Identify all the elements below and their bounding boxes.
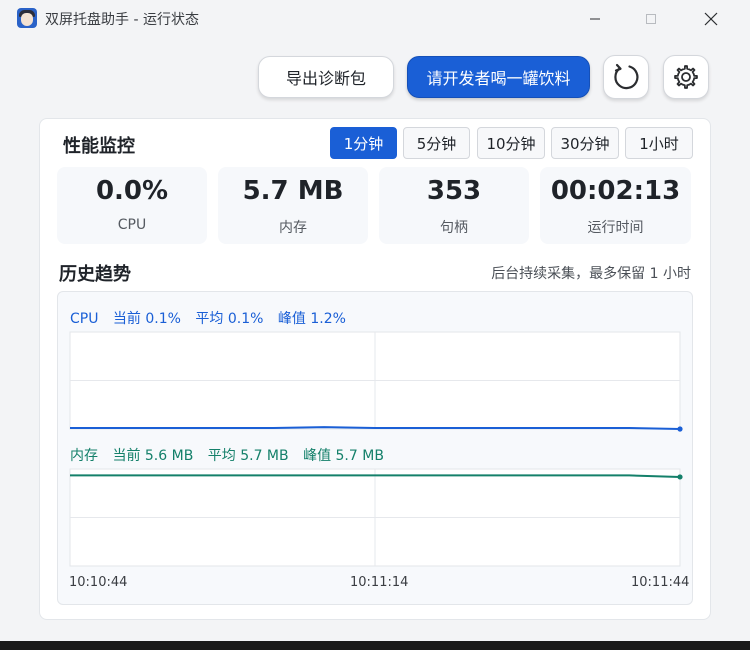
stat-label: 句柄 [440,220,468,236]
range-5min-button[interactable]: 5分钟 [403,127,470,159]
refresh-button[interactable] [603,55,649,99]
stat-value: 00:02:13 [550,176,681,206]
refresh-icon [614,63,639,90]
x-tick-label: 10:11:44 [631,575,690,590]
stat-card-handles: 353 句柄 [379,167,529,244]
stat-label: 运行时间 [587,220,644,236]
cpu-plot [69,331,683,432]
app-logo-icon [17,8,37,28]
cpu-series-line [70,426,681,430]
history-note: 后台持续采集，最多保留 1 小时 [491,266,691,282]
performance-panel: 性能监控 1分钟 5分钟 10分钟 30分钟 1小时 0.0% CPU 5.7 … [39,118,711,620]
range-10min-button[interactable]: 10分钟 [477,127,545,159]
stat-value: 0.0% [95,176,169,206]
stat-card-cpu: 0.0% CPU [57,167,207,244]
window-title: 双屏托盘助手 - 运行状态 [45,12,199,28]
history-title: 历史趋势 [59,264,131,285]
donate-button[interactable]: 请开发者喝一罐饮料 [407,56,590,98]
cpu-latest-point [677,426,683,432]
memory-plot [69,468,683,567]
app-window: 双屏托盘助手 - 运行状态 导出诊断包 请开发者喝一罐饮料 性能监控 1分钟 5… [0,0,750,641]
x-tick-label: 10:10:44 [69,575,128,590]
stat-label: 内存 [279,220,307,236]
minimize-button[interactable] [572,0,618,38]
export-diagnostics-button[interactable]: 导出诊断包 [258,56,394,98]
stat-value: 353 [426,176,482,206]
settings-button[interactable] [663,55,709,99]
close-button[interactable] [688,0,734,38]
stat-card-memory: 5.7 MB 内存 [218,167,368,244]
close-icon [704,12,718,26]
range-1min-button[interactable]: 1分钟 [330,127,397,159]
range-30min-button[interactable]: 30分钟 [551,127,619,159]
title-bar[interactable]: 双屏托盘助手 - 运行状态 [0,0,750,38]
history-chart-plot [69,331,683,567]
minimize-icon [590,18,600,20]
stat-value: 5.7 MB [242,176,344,206]
maximize-button[interactable] [628,0,674,38]
stat-label: CPU [117,217,147,233]
performance-title: 性能监控 [63,136,135,157]
memory-latest-point [677,474,683,480]
history-chart: CPU 当前 0.1% 平均 0.1% 峰值 1.2% 内存 当前 5.6 MB… [57,291,693,605]
gear-icon [674,65,698,89]
stat-card-uptime: 00:02:13 运行时间 [540,167,691,244]
maximize-icon [646,14,656,24]
x-tick-label: 10:11:14 [350,575,409,590]
range-1hour-button[interactable]: 1小时 [625,127,693,159]
